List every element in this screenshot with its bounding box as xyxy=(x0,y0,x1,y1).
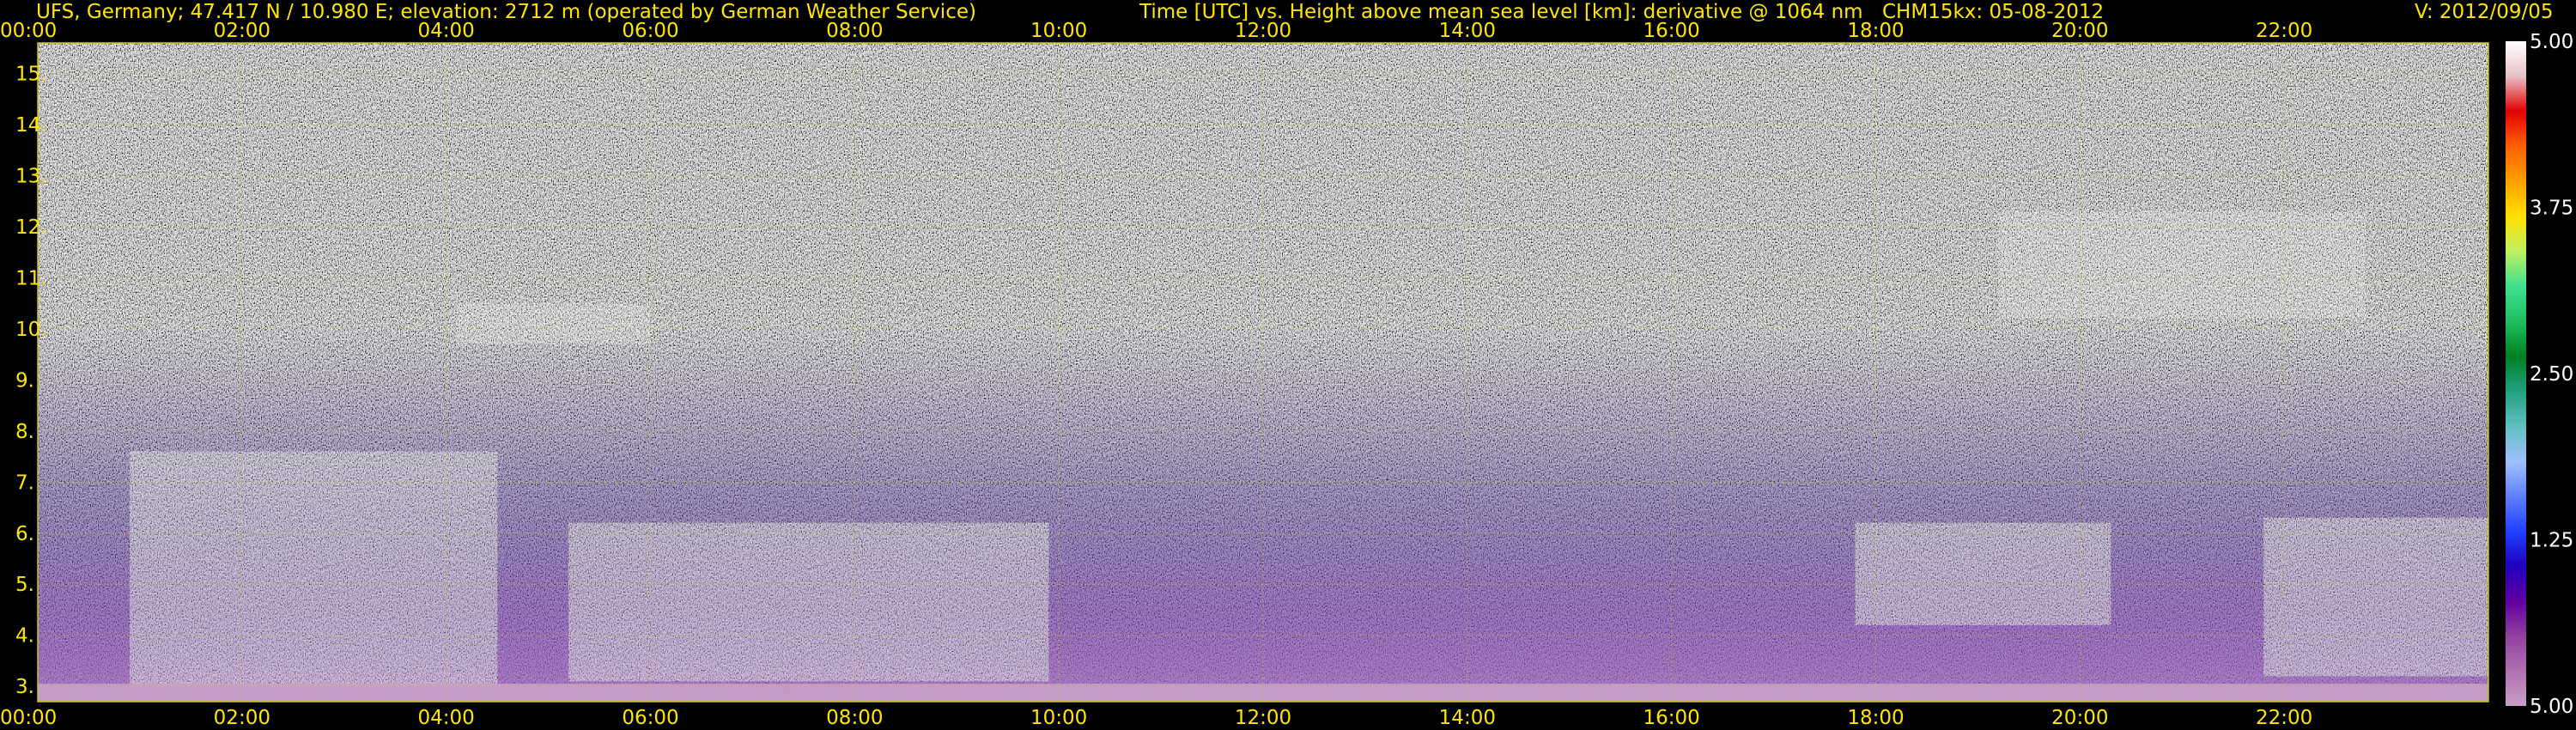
x-tick-label-bottom: 06:00 xyxy=(622,707,678,729)
x-tick-label-top: 18:00 xyxy=(1847,20,1904,42)
x-tick-label-top: 02:00 xyxy=(214,20,270,42)
cloud-feature xyxy=(2263,517,2488,677)
colorbar-label: 1.25 xyxy=(2530,530,2573,552)
x-tick-label-top: 12:00 xyxy=(1235,20,1291,42)
cloud-feature xyxy=(130,451,498,687)
cloud-feature xyxy=(568,522,1049,682)
y-tick-label: 15. xyxy=(15,64,47,86)
x-axis-bottom: 00:00 02:00 04:00 06:00 08:00 10:00 12:00 14:00… xyxy=(0,707,2312,729)
x-tick-label-bottom: 16:00 xyxy=(1643,707,1700,729)
x-tick-label-bottom: 02:00 xyxy=(214,707,270,729)
y-tick-label: 6. xyxy=(15,523,34,545)
x-axis-top: 00:00 02:00 04:00 06:00 08:00 10:00 12:00 14:00… xyxy=(0,20,2312,42)
cloud-feature xyxy=(1855,522,2111,625)
x-tick-label-bottom: 22:00 xyxy=(2256,707,2312,729)
x-tick-label-bottom: 00:00 xyxy=(0,707,57,729)
y-tick-label: 12. xyxy=(15,216,47,239)
y-tick-label: 3. xyxy=(15,676,34,698)
colorbar-label: 3.75 xyxy=(2530,198,2573,220)
y-tick-label: 14. xyxy=(15,114,47,137)
y-tick-label: 7. xyxy=(15,471,34,494)
x-tick-label-bottom: 12:00 xyxy=(1235,707,1291,729)
x-tick-label-top: 10:00 xyxy=(1030,20,1087,42)
cloud-feature xyxy=(1998,211,2366,319)
y-tick-label: 8. xyxy=(15,421,34,443)
x-tick-label-bottom: 18:00 xyxy=(1847,707,1904,729)
x-tick-label-bottom: 10:00 xyxy=(1030,707,1087,729)
x-tick-label-bottom: 20:00 xyxy=(2051,707,2108,729)
colorbar-label: 5.00 xyxy=(2530,31,2573,53)
colorbar-gradient xyxy=(2506,41,2526,706)
x-tick-label-top: 22:00 xyxy=(2256,20,2312,42)
plot-area xyxy=(38,43,2488,702)
y-tick-label: 5. xyxy=(15,574,34,596)
x-tick-label-top: 20:00 xyxy=(2051,20,2108,42)
y-tick-label: 9. xyxy=(15,369,34,392)
colorbar-labels: 5.00 3.75 2.50 1.25 5.00 xyxy=(2530,31,2573,718)
x-tick-label-top: 16:00 xyxy=(1643,20,1700,42)
y-tick-label: 11. xyxy=(15,268,47,290)
colorbar-label: 5.00 xyxy=(2530,696,2573,718)
x-tick-label-top: 08:00 xyxy=(826,20,883,42)
colorbar: 5.00 3.75 2.50 1.25 5.00 xyxy=(2506,31,2573,718)
x-tick-label-top: 14:00 xyxy=(1439,20,1496,42)
cloud-feature xyxy=(456,303,651,344)
x-tick-label-bottom: 14:00 xyxy=(1439,707,1496,729)
x-tick-label-bottom: 08:00 xyxy=(826,707,883,729)
colorbar-label: 2.50 xyxy=(2530,363,2573,386)
x-tick-label-bottom: 04:00 xyxy=(418,707,475,729)
x-tick-label-top: 06:00 xyxy=(622,20,678,42)
y-tick-label: 10. xyxy=(15,319,47,341)
y-tick-label: 13. xyxy=(15,166,47,188)
x-tick-label-top: 00:00 xyxy=(0,20,57,42)
ceilometer-chart: 00:00 02:00 04:00 06:00 08:00 10:00 12:00 14:00… xyxy=(0,20,2573,729)
x-tick-label-top: 04:00 xyxy=(418,20,475,42)
y-tick-label: 4. xyxy=(15,625,34,648)
